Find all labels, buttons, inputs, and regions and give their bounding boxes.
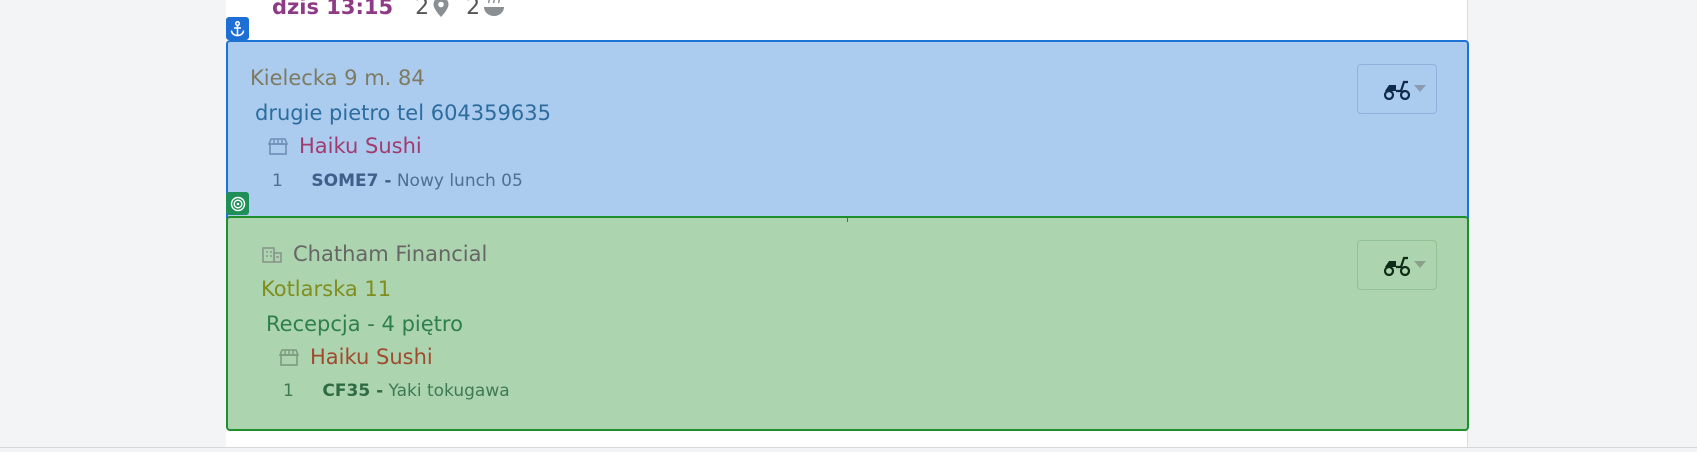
order-item: 1 SOME7 - Nowy lunch 05	[272, 171, 523, 191]
company-name: Chatham Financial	[293, 242, 488, 266]
card-divider-handle[interactable]	[847, 216, 848, 222]
company-row: Chatham Financial	[262, 242, 487, 266]
scooter-icon	[1383, 256, 1411, 276]
scooter-icon	[1383, 80, 1411, 100]
building-icon	[262, 247, 282, 263]
item-code: CF35 -	[322, 381, 384, 401]
chevron-down-icon	[1414, 85, 1426, 92]
assign-courier-button[interactable]	[1357, 240, 1437, 290]
store-icon	[268, 138, 288, 155]
delivery-time: dzis 13:15	[272, 0, 394, 19]
restaurant-name: Haiku Sushi	[310, 345, 433, 369]
order-card-target[interactable]: Chatham Financial Kotlarska 11 Recepcja …	[226, 216, 1469, 431]
bowl-icon	[484, 0, 505, 16]
restaurant-name: Haiku Sushi	[299, 134, 422, 158]
delivery-address: Kotlarska 11	[261, 277, 392, 301]
anchor-icon[interactable]	[226, 17, 249, 40]
map-pin-icon	[433, 0, 449, 17]
store-icon	[279, 349, 299, 366]
item-quantity: 1	[283, 381, 294, 401]
meals-count: 2	[466, 0, 505, 20]
item-code: SOME7 -	[311, 171, 392, 191]
restaurant-row: Haiku Sushi	[268, 134, 422, 158]
target-icon[interactable]	[226, 192, 249, 215]
previous-order-summary: dzis 13:15 2 2	[272, 0, 521, 22]
locations-count: 2	[415, 0, 450, 20]
delivery-note: Recepcja - 4 piętro	[266, 312, 463, 336]
item-quantity: 1	[272, 171, 283, 191]
order-item: 1 CF35 - Yaki tokugawa	[283, 381, 510, 401]
item-name: Nowy lunch 05	[396, 171, 523, 191]
item-name: Yaki tokugawa	[388, 381, 510, 401]
restaurant-row: Haiku Sushi	[279, 345, 433, 369]
chevron-down-icon	[1414, 261, 1426, 268]
bottom-divider	[0, 447, 1697, 448]
delivery-address: Kielecka 9 m. 84	[250, 66, 425, 90]
delivery-note: drugie pietro tel 604359635	[255, 101, 551, 125]
order-card-anchored[interactable]: Kielecka 9 m. 84 drugie pietro tel 60435…	[226, 40, 1469, 222]
assign-courier-button[interactable]	[1357, 64, 1437, 114]
